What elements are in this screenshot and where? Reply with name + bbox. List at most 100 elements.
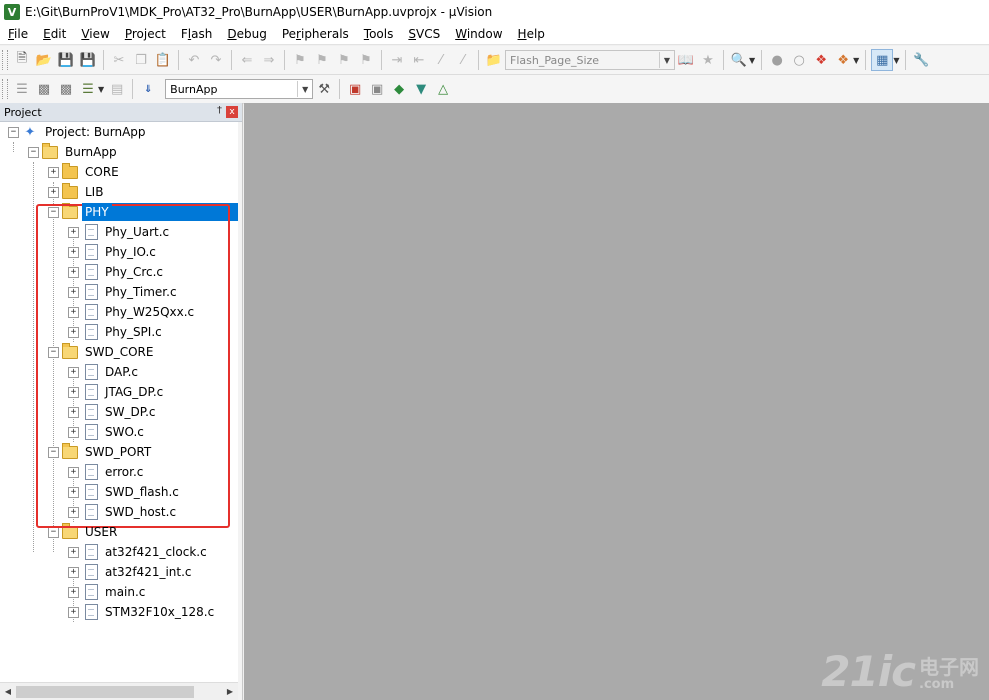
menu-view[interactable]: View	[73, 27, 116, 41]
find-icon[interactable]: 📖	[676, 50, 696, 70]
tree-file[interactable]: + error.c	[0, 462, 238, 482]
prev-bookmark-icon[interactable]: ⚑	[312, 50, 332, 70]
expand-icon[interactable]: +	[68, 327, 79, 338]
tree-file[interactable]: + Phy_Uart.c	[0, 222, 238, 242]
chevron-down-icon[interactable]: ▼	[98, 85, 104, 94]
cut-icon[interactable]: ✂	[109, 50, 129, 70]
scroll-left-icon[interactable]: ◀	[0, 684, 16, 700]
expand-icon[interactable]: +	[48, 187, 59, 198]
find-combo[interactable]: Flash_Page_Size ▼	[505, 50, 675, 70]
tree-group-phy[interactable]: − PHY	[0, 202, 238, 222]
expand-icon[interactable]: +	[68, 247, 79, 258]
expand-icon[interactable]: +	[68, 287, 79, 298]
tree-file[interactable]: + at32f421_int.c	[0, 562, 238, 582]
configure-wrench-icon[interactable]: 🔧	[911, 50, 931, 70]
tree-file[interactable]: + Phy_IO.c	[0, 242, 238, 262]
expand-icon[interactable]: +	[68, 467, 79, 478]
tree-file[interactable]: + Phy_Crc.c	[0, 262, 238, 282]
tree-group-user[interactable]: − USER	[0, 522, 238, 542]
menu-svcs[interactable]: SVCS	[400, 27, 447, 41]
debug-session-icon[interactable]: 🔍	[729, 50, 749, 70]
clear-bookmarks-icon[interactable]: ⚑	[356, 50, 376, 70]
collapse-icon[interactable]: −	[28, 147, 39, 158]
comment-icon[interactable]: ⁄	[431, 50, 451, 70]
expand-icon[interactable]: +	[68, 587, 79, 598]
scroll-track[interactable]	[16, 684, 222, 699]
tree-file[interactable]: + at32f421_clock.c	[0, 542, 238, 562]
incremental-find-icon[interactable]: ★	[698, 50, 718, 70]
tree-group-core[interactable]: + CORE	[0, 162, 238, 182]
expand-icon[interactable]: +	[68, 607, 79, 618]
collapse-icon[interactable]: −	[8, 127, 19, 138]
menu-debug[interactable]: Debug	[219, 27, 273, 41]
tree-file[interactable]: + SWD_flash.c	[0, 482, 238, 502]
paste-icon[interactable]: 📋	[153, 50, 173, 70]
window-layout-icon[interactable]: ▦	[871, 49, 894, 71]
pack-installer-icon[interactable]: ◆	[389, 79, 409, 99]
target-options-icon[interactable]: ⚒	[314, 79, 334, 99]
horizontal-scrollbar[interactable]: ◀ ▶	[0, 682, 238, 700]
expand-icon[interactable]: +	[68, 567, 79, 578]
tree-file[interactable]: + STM32F10x_128.c	[0, 602, 238, 622]
unindent-icon[interactable]: ⇤	[409, 50, 429, 70]
find-in-files-icon[interactable]: 📁	[484, 50, 504, 70]
expand-icon[interactable]: +	[68, 407, 79, 418]
scroll-right-icon[interactable]: ▶	[222, 684, 238, 700]
expand-icon[interactable]: +	[68, 227, 79, 238]
tree-file[interactable]: + Phy_Timer.c	[0, 282, 238, 302]
chevron-down-icon[interactable]: ▼	[853, 56, 859, 65]
batch-build-icon[interactable]: ☰	[78, 79, 98, 99]
expand-icon[interactable]: +	[68, 267, 79, 278]
redo-icon[interactable]: ↷	[206, 50, 226, 70]
indent-icon[interactable]: ⇥	[387, 50, 407, 70]
collapse-icon[interactable]: −	[48, 347, 59, 358]
next-bookmark-icon[interactable]: ⚑	[334, 50, 354, 70]
expand-icon[interactable]: +	[48, 167, 59, 178]
select-packs-icon[interactable]: ▼	[411, 79, 431, 99]
expand-icon[interactable]: +	[68, 547, 79, 558]
chevron-down-icon[interactable]: ▼	[749, 56, 755, 65]
menu-edit[interactable]: Edit	[35, 27, 73, 41]
translate-icon[interactable]: ☰	[12, 79, 32, 99]
chevron-down-icon[interactable]: ▼	[297, 81, 312, 97]
breakpoint-icon[interactable]: ●	[767, 50, 787, 70]
build-icon[interactable]: ▩	[34, 79, 54, 99]
tree-file[interactable]: + main.c	[0, 582, 238, 602]
menu-peripherals[interactable]: Peripherals	[274, 27, 356, 41]
menu-tools[interactable]: Tools	[356, 27, 401, 41]
expand-icon[interactable]: +	[68, 507, 79, 518]
expand-icon[interactable]: +	[68, 427, 79, 438]
expand-icon[interactable]: +	[68, 367, 79, 378]
copy-icon[interactable]: ❐	[131, 50, 151, 70]
manage-components-icon[interactable]: ▣	[345, 79, 365, 99]
menu-flash[interactable]: Flash	[173, 27, 219, 41]
save-all-icon[interactable]: 💾	[78, 50, 98, 70]
collapse-icon[interactable]: −	[48, 527, 59, 538]
navigate-forward-icon[interactable]: ⇒	[259, 50, 279, 70]
scroll-thumb[interactable]	[16, 686, 194, 698]
tree-group-swd-port[interactable]: − SWD_PORT	[0, 442, 238, 462]
expand-icon[interactable]: +	[68, 307, 79, 318]
menu-window[interactable]: Window	[447, 27, 509, 41]
chevron-down-icon[interactable]: ▼	[659, 52, 674, 68]
tree-file[interactable]: + DAP.c	[0, 362, 238, 382]
new-file-icon[interactable]: 🗎	[12, 50, 32, 70]
menu-file[interactable]: File	[0, 27, 35, 41]
target-select[interactable]: BurnApp ▼	[165, 79, 314, 99]
tree-file[interactable]: + Phy_W25Qxx.c	[0, 302, 238, 322]
disable-breakpoint-icon[interactable]: ○	[789, 50, 809, 70]
menu-help[interactable]: Help	[510, 27, 552, 41]
expand-icon[interactable]: +	[68, 387, 79, 398]
expand-icon[interactable]: +	[68, 487, 79, 498]
tree-group-lib[interactable]: + LIB	[0, 182, 238, 202]
open-folder-icon[interactable]: 📂	[34, 50, 54, 70]
download-load-icon[interactable]: ⇓	[138, 79, 158, 99]
tree-group-swd-core[interactable]: − SWD_CORE	[0, 342, 238, 362]
collapse-icon[interactable]: −	[48, 207, 59, 218]
tree-file[interactable]: + Phy_SPI.c	[0, 322, 238, 342]
close-icon[interactable]: x	[226, 106, 238, 118]
navigate-back-icon[interactable]: ⇐	[237, 50, 257, 70]
tree-target-burnapp[interactable]: − BurnApp	[0, 142, 238, 162]
file-extensions-icon[interactable]: ▣	[367, 79, 387, 99]
tree-file[interactable]: + SWO.c	[0, 422, 238, 442]
